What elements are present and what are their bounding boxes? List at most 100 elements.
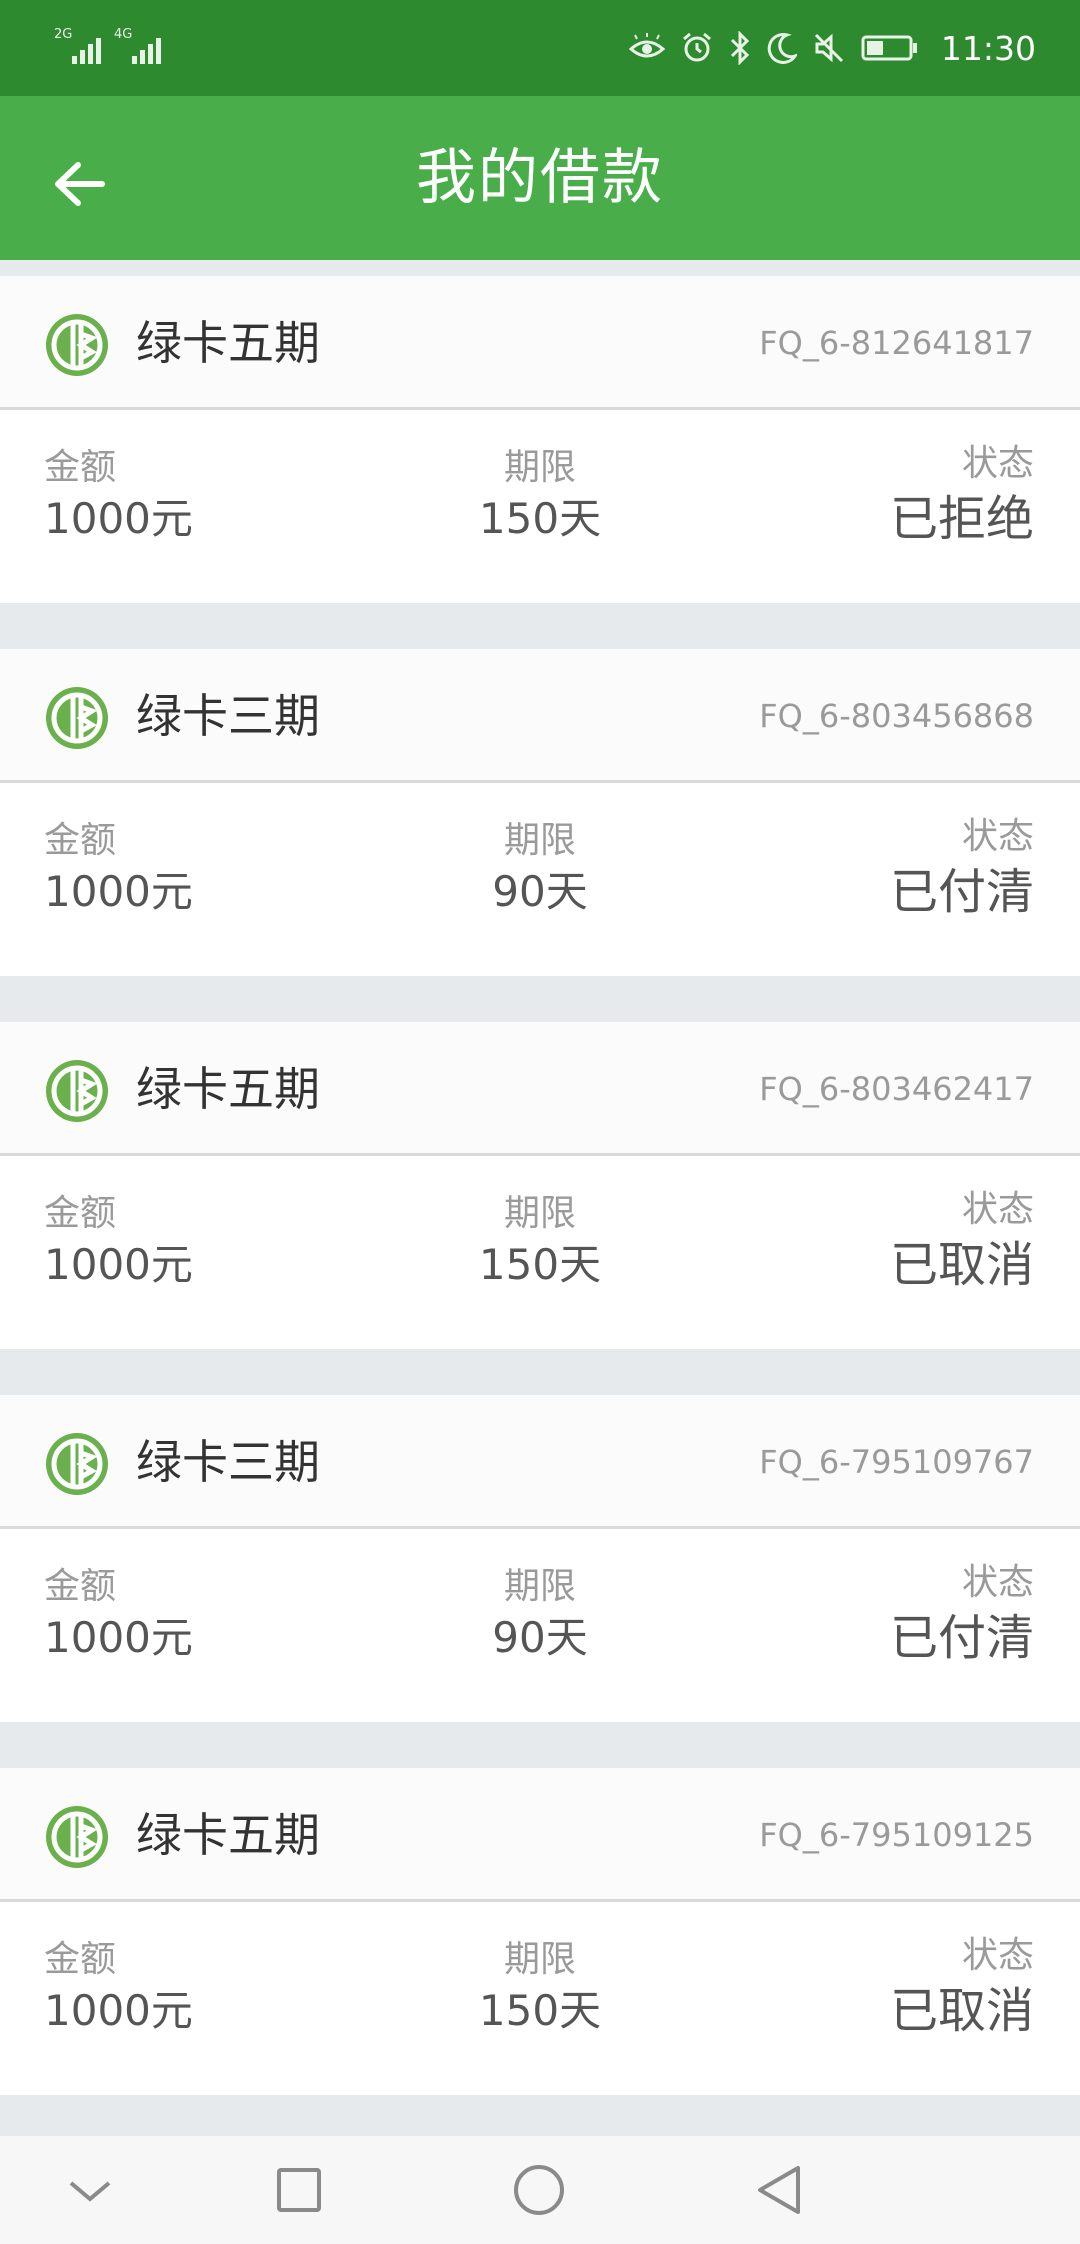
status-value: 已付清 bbox=[889, 864, 1034, 920]
loan-card-header: 绿卡五期 FQ_6-812641817 bbox=[0, 276, 1080, 410]
product-name: 绿卡五期 bbox=[136, 316, 320, 370]
status-value: 已付清 bbox=[889, 1610, 1034, 1666]
term-label: 期限 bbox=[503, 1566, 576, 1607]
term-label: 期限 bbox=[503, 820, 576, 861]
loan-card[interactable]: 绿卡五期 FQ_6-795109125 金额 1000元 期限 150天 状态 … bbox=[0, 1768, 1080, 2095]
amount-value: 1000元 bbox=[44, 1240, 193, 1289]
loan-id: FQ_6-803462417 bbox=[759, 1070, 1034, 1108]
amount-column: 金额 1000元 bbox=[44, 1938, 193, 2040]
status-column: 状态 已拒绝 bbox=[890, 442, 1034, 552]
greencard-logo-icon bbox=[46, 1806, 108, 1868]
signal-2g-icon: 2G bbox=[54, 28, 101, 64]
eye-icon bbox=[628, 33, 665, 58]
battery-icon bbox=[861, 35, 917, 61]
status-column: 状态 已取消 bbox=[890, 1934, 1034, 2044]
home-button[interactable] bbox=[509, 2160, 569, 2220]
term-value: 150天 bbox=[478, 1240, 602, 1289]
loan-list: 绿卡五期 FQ_6-812641817 金额 1000元 期限 150天 状态 … bbox=[0, 276, 1080, 2141]
loan-card-body: 金额 1000元 期限 150天 状态 已取消 bbox=[0, 1902, 1080, 2095]
term-column: 期限 150天 bbox=[340, 446, 740, 548]
amount-column: 金额 1000元 bbox=[44, 1565, 193, 1667]
status-column: 状态 已付清 bbox=[890, 815, 1034, 925]
term-column: 期限 90天 bbox=[340, 1565, 740, 1667]
network-type-2g: 2G bbox=[54, 27, 73, 42]
status-column: 状态 已取消 bbox=[890, 1188, 1034, 1298]
loan-card-body: 金额 1000元 期限 150天 状态 已拒绝 bbox=[0, 410, 1080, 603]
product-name: 绿卡三期 bbox=[136, 689, 320, 743]
loan-id: FQ_6-803456868 bbox=[759, 697, 1034, 735]
loan-id: FQ_6-795109767 bbox=[759, 1443, 1034, 1481]
back-icon bbox=[758, 2166, 800, 2214]
loan-card-body: 金额 1000元 期限 90天 状态 已付清 bbox=[0, 783, 1080, 976]
amount-label: 金额 bbox=[44, 1193, 117, 1234]
loan-card-header: 绿卡三期 FQ_6-803456868 bbox=[0, 649, 1080, 783]
status-label: 状态 bbox=[961, 816, 1034, 857]
term-column: 期限 150天 bbox=[340, 1938, 740, 2040]
recent-apps-icon bbox=[277, 2168, 321, 2212]
term-value: 150天 bbox=[478, 494, 602, 543]
status-value: 已拒绝 bbox=[889, 491, 1034, 547]
status-label: 状态 bbox=[961, 1189, 1034, 1230]
loan-card-header: 绿卡五期 FQ_6-795109125 bbox=[0, 1768, 1080, 1902]
network-type-4g: 4G bbox=[114, 27, 133, 42]
loan-card[interactable]: 绿卡五期 FQ_6-812641817 金额 1000元 期限 150天 状态 … bbox=[0, 276, 1080, 603]
term-column: 期限 90天 bbox=[340, 819, 740, 921]
status-bar: 2G 4G 11:30 bbox=[0, 0, 1080, 96]
status-label: 状态 bbox=[961, 1935, 1034, 1976]
recent-apps-button[interactable] bbox=[269, 2160, 329, 2220]
bluetooth-icon bbox=[730, 31, 750, 65]
amount-label: 金额 bbox=[44, 1566, 117, 1607]
term-label: 期限 bbox=[503, 1193, 576, 1234]
amount-label: 金额 bbox=[44, 820, 117, 861]
page-title: 我的借款 bbox=[416, 143, 664, 213]
amount-column: 金额 1000元 bbox=[44, 1192, 193, 1294]
product-name: 绿卡五期 bbox=[136, 1808, 320, 1862]
loan-id: FQ_6-795109125 bbox=[759, 1816, 1034, 1854]
amount-column: 金额 1000元 bbox=[44, 446, 193, 548]
loan-card[interactable]: 绿卡五期 FQ_6-803462417 金额 1000元 期限 150天 状态 … bbox=[0, 1022, 1080, 1349]
amount-label: 金额 bbox=[44, 447, 117, 488]
greencard-logo-icon bbox=[46, 1433, 108, 1495]
status-label: 状态 bbox=[961, 443, 1034, 484]
loan-card-header: 绿卡三期 FQ_6-795109767 bbox=[0, 1395, 1080, 1529]
mute-icon bbox=[814, 33, 843, 63]
loan-card[interactable]: 绿卡三期 FQ_6-803456868 金额 1000元 期限 90天 状态 已… bbox=[0, 649, 1080, 976]
amount-label: 金额 bbox=[44, 1939, 117, 1980]
status-value: 已取消 bbox=[889, 1237, 1034, 1293]
status-label: 状态 bbox=[961, 1562, 1034, 1603]
amount-column: 金额 1000元 bbox=[44, 819, 193, 921]
loan-card-header: 绿卡五期 FQ_6-803462417 bbox=[0, 1022, 1080, 1156]
amount-value: 1000元 bbox=[44, 867, 193, 916]
home-icon bbox=[514, 2165, 564, 2215]
status-icons: 11:30 bbox=[628, 22, 1036, 74]
status-value: 已取消 bbox=[889, 1983, 1034, 2039]
loan-card[interactable]: 绿卡三期 FQ_6-795109767 金额 1000元 期限 90天 状态 已… bbox=[0, 1395, 1080, 1722]
loan-id: FQ_6-812641817 bbox=[759, 324, 1034, 362]
chevron-down-icon bbox=[69, 2181, 111, 2202]
alarm-icon bbox=[682, 32, 711, 62]
term-value: 150天 bbox=[478, 1986, 602, 2035]
amount-value: 1000元 bbox=[44, 1613, 193, 1662]
signal-4g-icon: 4G bbox=[114, 28, 161, 64]
moon-icon bbox=[767, 32, 797, 64]
term-column: 期限 150天 bbox=[340, 1192, 740, 1294]
product-name: 绿卡三期 bbox=[136, 1435, 320, 1489]
amount-value: 1000元 bbox=[44, 494, 193, 543]
product-name: 绿卡五期 bbox=[136, 1062, 320, 1116]
status-column: 状态 已付清 bbox=[890, 1561, 1034, 1671]
term-value: 90天 bbox=[492, 1613, 588, 1662]
term-label: 期限 bbox=[503, 1939, 576, 1980]
amount-value: 1000元 bbox=[44, 1986, 193, 2035]
system-nav-bar bbox=[0, 2136, 1080, 2244]
greencard-logo-icon bbox=[46, 1060, 108, 1122]
greencard-logo-icon bbox=[46, 314, 108, 376]
greencard-logo-icon bbox=[46, 687, 108, 749]
app-header: 我的借款 bbox=[0, 96, 1080, 260]
loan-card-body: 金额 1000元 期限 90天 状态 已付清 bbox=[0, 1529, 1080, 1722]
hide-nav-button[interactable] bbox=[60, 2160, 120, 2220]
term-label: 期限 bbox=[503, 447, 576, 488]
term-value: 90天 bbox=[492, 867, 588, 916]
loan-card-body: 金额 1000元 期限 150天 状态 已取消 bbox=[0, 1156, 1080, 1349]
clock: 11:30 bbox=[940, 28, 1036, 68]
back-nav-button[interactable] bbox=[749, 2160, 809, 2220]
